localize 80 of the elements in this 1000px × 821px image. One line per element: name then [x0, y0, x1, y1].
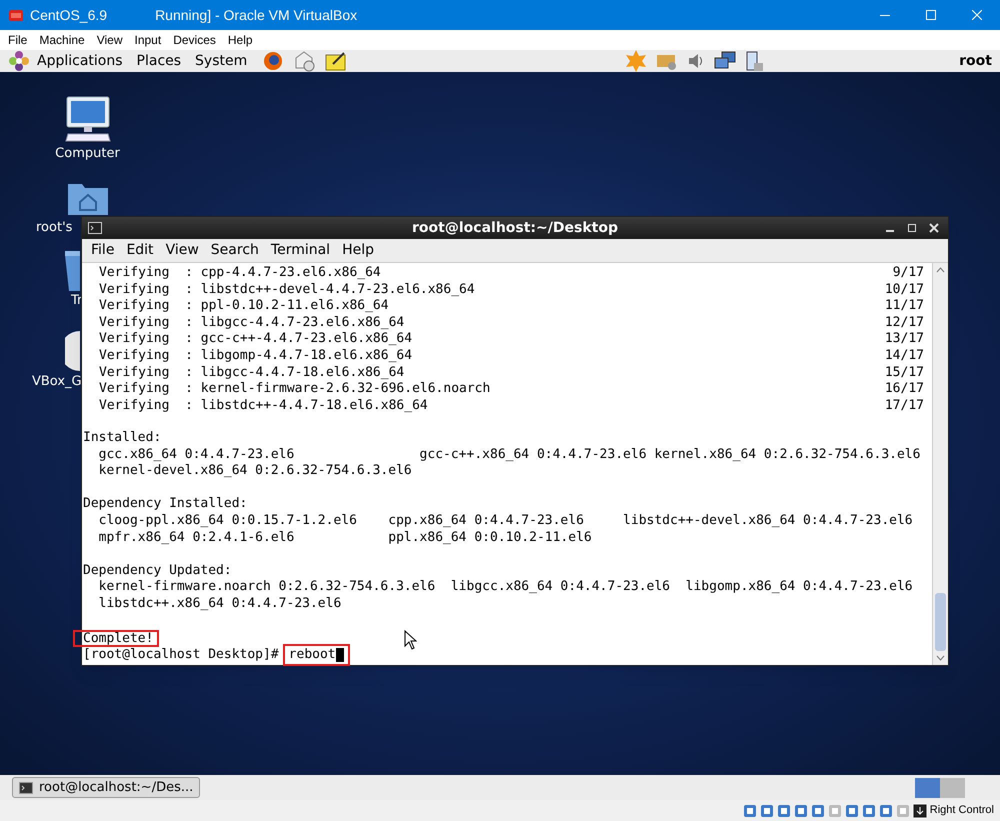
- terminal-line: Verifying : libstdc++-4.4.7-18.el6.x86_64: [99, 398, 428, 414]
- device-status-icon[interactable]: [794, 804, 808, 818]
- notepad-icon[interactable]: [325, 51, 348, 71]
- terminal-icon: [88, 222, 102, 234]
- device-status-icon[interactable]: [810, 804, 825, 818]
- computer-icon: [64, 96, 112, 142]
- terminal-line: Dependency Updated:: [83, 564, 232, 580]
- terminal-line: Verifying : libstdc++-devel-4.4.7-23.el6.x86_64: [99, 282, 475, 298]
- window-title: CentOS_6.9: [30, 6, 108, 25]
- typed-command: reboot: [282, 644, 350, 666]
- progress-count: 15/17: [884, 364, 924, 382]
- desktop-icon-label[interactable]: Tr: [65, 291, 82, 310]
- menu-item[interactable]: Input: [130, 31, 166, 49]
- terminal-icon: [19, 782, 33, 794]
- network-icon[interactable]: [714, 51, 736, 71]
- desktop-icon-label[interactable]: VBox_G: [32, 372, 82, 391]
- menu-item[interactable]: Help: [224, 31, 257, 49]
- browser-icon[interactable]: [263, 51, 284, 71]
- window-title: root@localhost:~/Desktop: [412, 218, 618, 238]
- panel-menu[interactable]: System: [191, 50, 252, 72]
- menu-item[interactable]: Edit: [121, 240, 159, 261]
- device-status-icon[interactable]: [844, 804, 859, 818]
- panel-menu[interactable]: Places: [132, 50, 186, 72]
- host-key-label: Right Control: [930, 803, 994, 818]
- progress-count: 10/17: [884, 282, 924, 298]
- trash-icon: [65, 251, 80, 291]
- terminal-line: cloog-ppl.x86_64 0:0.15.7-1.2.el6 cpp.x86_64 0:4.4.7-23.el6 libstdc++-devel.x86_64 0:4.4.7-23.el6: [98, 514, 913, 530]
- virtualbox-icon: [8, 7, 24, 23]
- terminal-line: Verifying : libgcc-4.4.7-23.el6.x86_64: [99, 314, 404, 332]
- workspace-switcher[interactable]: [915, 778, 965, 798]
- taskbar-window-button[interactable]: root@localhost:~/Des...: [12, 777, 200, 798]
- device-status-icon[interactable]: [776, 804, 791, 818]
- terminal-line: Verifying : libgomp-4.4.7-18.el6.x86_64: [99, 348, 412, 365]
- device-status-icon[interactable]: [742, 804, 757, 818]
- user-name[interactable]: root: [959, 50, 992, 72]
- menu-item[interactable]: File: [4, 31, 32, 49]
- mouse-pointer-icon: [404, 630, 417, 650]
- desktop-icon-label[interactable]: Computer: [55, 144, 120, 164]
- terminal-line: mpfr.x86_64 0:2.4.1-6.el6 ppl.x86_64 0:0.10.2-11.el6: [98, 530, 592, 546]
- device-status-icon[interactable]: [760, 804, 774, 818]
- panel-menu[interactable]: Applications: [33, 50, 127, 72]
- progress-count: 11/17: [884, 298, 924, 315]
- maximize-icon: [926, 10, 936, 20]
- window-title: Running] - Oracle VM VirtualBox: [155, 6, 358, 25]
- minimize-icon: [880, 14, 890, 16]
- progress-count: 16/17: [884, 381, 924, 398]
- terminal-line: Verifying : libgcc-4.4.7-18.el6.x86_64: [99, 364, 404, 382]
- progress-count: 17/17: [884, 398, 924, 414]
- terminal-line: Dependency Installed:: [83, 497, 248, 514]
- terminal-line: Verifying : ppl-0.10.2-11.el6.x86_64: [99, 298, 389, 315]
- progress-count: 14/17: [884, 348, 924, 365]
- terminal-line: Verifying : kernel-firmware-2.6.32-696.el6.noarch: [99, 381, 490, 398]
- mail-clock-icon[interactable]: [294, 50, 316, 72]
- terminal-line: libstdc++.x86_64 0:4.4.7-23.el6: [98, 596, 342, 613]
- terminal-line: kernel-firmware.noarch 0:2.6.32-754.6.3.el6 libgcc.x86_64 0:4.4.7-23.el6 libgomp.x86_64 0:4.4.7-23.el6: [98, 580, 913, 596]
- terminal-line: gcc.x86_64 0:4.4.7-23.el6 gcc-c++.x86_64 0:4.4.7-23.el6 kernel.x86_64 0:2.6.32-754.6.3.el6: [98, 448, 920, 464]
- shell-prompt: [root@localhost Desktop]#: [83, 646, 279, 664]
- terminal-line: kernel-devel.x86_64 0:2.6.32-754.6.3.el6: [98, 464, 412, 480]
- progress-count: 9/17: [892, 265, 924, 282]
- text-cursor: [336, 648, 344, 662]
- menu-item[interactable]: Terminal: [266, 240, 336, 261]
- terminal-line: Verifying : gcc-c++-4.4.7-23.el6.x86_64: [99, 331, 412, 348]
- menu-item[interactable]: Search: [206, 240, 264, 261]
- menu-item[interactable]: Machine: [35, 31, 89, 49]
- close-icon: [972, 10, 982, 20]
- menu-item[interactable]: Help: [337, 240, 379, 261]
- device-status-icon[interactable]: [878, 804, 893, 818]
- scroll-thumb[interactable]: [935, 593, 946, 651]
- terminal-line: Installed:: [83, 430, 162, 447]
- menu-item[interactable]: View: [160, 240, 204, 261]
- menu-item[interactable]: View: [92, 31, 126, 49]
- progress-count: 13/17: [884, 331, 924, 348]
- scrollbar[interactable]: [932, 263, 948, 665]
- battery-plug-icon[interactable]: [745, 50, 766, 72]
- progress-count: 12/17: [884, 314, 924, 332]
- menu-item[interactable]: File: [86, 240, 120, 261]
- device-status-icon[interactable]: [862, 804, 876, 818]
- desktop-icon-label[interactable]: root's: [0, 218, 72, 237]
- terminal-line: Verifying : cpp-4.4.7-23.el6.x86_64: [99, 265, 381, 282]
- menu-item[interactable]: Devices: [169, 31, 220, 49]
